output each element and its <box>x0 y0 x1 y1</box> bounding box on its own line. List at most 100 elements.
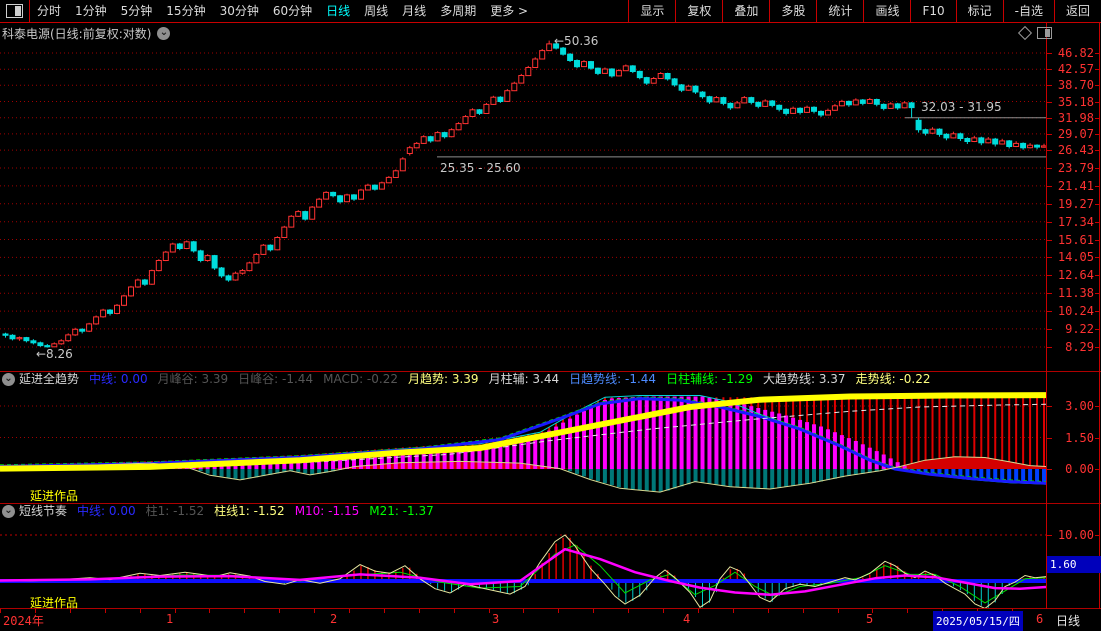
axis-label: 17.34 <box>1050 215 1094 229</box>
indicator-value-月柱辅: 月柱辅: 3.44 <box>489 372 560 387</box>
axis-tick <box>1095 469 1100 470</box>
chevron-down-icon[interactable]: ⌄ <box>157 27 170 40</box>
menu-item-多周期[interactable]: 多周期 <box>433 0 483 22</box>
axis-tick <box>1047 311 1052 312</box>
axis-label: 12.64 <box>1050 268 1094 282</box>
axis-tick <box>1095 150 1100 151</box>
price-annotation: ←50.36 <box>554 34 598 48</box>
axis-tick <box>1095 222 1100 223</box>
axis-tick <box>1047 275 1052 276</box>
axis-tick <box>1047 438 1052 439</box>
menubar-underline <box>0 22 1101 23</box>
time-tick <box>872 609 873 613</box>
axis-label: 3.00 <box>1050 399 1094 413</box>
axis-label: 31.98 <box>1050 111 1094 125</box>
axis-label: 0.00 <box>1050 462 1094 476</box>
bar-value-line <box>0 535 1046 608</box>
menu-item--自选[interactable]: -自选 <box>1003 0 1054 22</box>
main-candle-chart[interactable] <box>0 40 1046 371</box>
axis-tick <box>1095 134 1100 135</box>
menu-item-5分钟[interactable]: 5分钟 <box>114 0 160 22</box>
menu-item-显示[interactable]: 显示 <box>628 0 675 22</box>
month-label: 4 <box>683 612 690 626</box>
teal-negative-bars <box>199 469 886 492</box>
indicator-value-M10: M10: -1.15 <box>295 504 360 519</box>
layout-panel-icon[interactable] <box>6 4 23 18</box>
menu-item-日线[interactable]: 日线 <box>319 0 357 22</box>
menu-item-画线[interactable]: 画线 <box>863 0 910 22</box>
indicator-value-中线: 中线: 0.00 <box>89 372 148 387</box>
time-tick <box>558 609 559 613</box>
menu-item-60分钟[interactable]: 60分钟 <box>266 0 319 22</box>
trading-app-window: 分时1分钟5分钟15分钟30分钟60分钟日线周线月线多周期更多 > 显示复权叠加… <box>0 0 1101 631</box>
time-tick <box>384 609 385 613</box>
time-tick <box>628 609 629 613</box>
menu-item-15分钟[interactable]: 15分钟 <box>159 0 212 22</box>
menu-item-多股[interactable]: 多股 <box>769 0 816 22</box>
time-tick <box>0 609 1 613</box>
axis-label: 23.79 <box>1050 161 1094 175</box>
axis-tick <box>1047 204 1052 205</box>
axis-label: 10.24 <box>1050 304 1094 318</box>
rhythm-indicator-values: 中线: 0.00柱1: -1.52柱线1: -1.52M10: -1.15M21… <box>77 504 444 519</box>
menu-item-统计[interactable]: 统计 <box>816 0 863 22</box>
time-tick <box>523 609 524 613</box>
time-tick <box>698 609 699 613</box>
axis-label: 14.05 <box>1050 250 1094 264</box>
menu-item-30分钟[interactable]: 30分钟 <box>213 0 266 22</box>
split-panel-icon[interactable] <box>1037 27 1052 39</box>
trend-indicator-chart[interactable] <box>0 387 1046 503</box>
trend-indicator-values: 中线: 0.00月峰谷: 3.39日峰谷: -1.44MACD: -0.22月趋… <box>89 372 940 387</box>
axis-tick <box>1047 293 1052 294</box>
menu-item-返回[interactable]: 返回 <box>1054 0 1101 22</box>
time-tick <box>175 609 176 613</box>
menu-item-叠加[interactable]: 叠加 <box>722 0 769 22</box>
menu-item-周线[interactable]: 周线 <box>357 0 395 22</box>
collapse-chevron-icon[interactable]: ⌄ <box>2 373 15 386</box>
trend-panel-title: 延进全趋势 <box>19 372 79 387</box>
month-label: 2 <box>330 612 337 626</box>
axis-tick <box>1047 134 1052 135</box>
menu-item-月线[interactable]: 月线 <box>395 0 433 22</box>
rhythm-indicator-chart[interactable] <box>0 519 1046 608</box>
m21-line <box>0 545 1046 603</box>
menu-item-1分钟[interactable]: 1分钟 <box>68 0 114 22</box>
menu-item-更多 >[interactable]: 更多 > <box>483 0 535 22</box>
month-label: 6 <box>1036 612 1043 626</box>
axis-tick <box>1047 186 1052 187</box>
axis-tick <box>1047 469 1052 470</box>
axis-label: 1.50 <box>1050 431 1094 445</box>
tool-menu: 显示复权叠加多股统计画线F10标记-自选返回 <box>628 0 1101 22</box>
menu-item-标记[interactable]: 标记 <box>956 0 1003 22</box>
axis-tick <box>1095 329 1100 330</box>
axis-tick <box>1095 102 1100 103</box>
menu-item-F10[interactable]: F10 <box>910 0 955 22</box>
diamond-icon[interactable] <box>1018 26 1032 40</box>
axis-tick <box>1095 406 1100 407</box>
axis-tick <box>1047 222 1052 223</box>
price-annotation: 32.03 - 31.95 <box>921 100 1002 114</box>
menu-item-复权[interactable]: 复权 <box>675 0 722 22</box>
axis-label: 35.18 <box>1050 95 1094 109</box>
time-tick <box>489 609 490 613</box>
axis-tick <box>1095 257 1100 258</box>
axis-tick <box>1047 85 1052 86</box>
indicator-value-中线: 中线: 0.00 <box>77 504 136 519</box>
axis-label: 11.38 <box>1050 286 1094 300</box>
axis-tick <box>1095 240 1100 241</box>
axis-tick <box>1095 69 1100 70</box>
indicator-value-日峰谷: 日峰谷: -1.44 <box>238 372 313 387</box>
price-gridlines <box>0 53 1046 347</box>
red-column-bars <box>6 397 1045 469</box>
axis-label: 26.43 <box>1050 143 1094 157</box>
axis-label: 42.57 <box>1050 62 1094 76</box>
time-tick <box>105 609 106 613</box>
watermark-text: 延进作品 <box>30 594 78 611</box>
axis-tick <box>1095 535 1100 536</box>
menu-item-分时[interactable]: 分时 <box>30 0 68 22</box>
indicator-value-柱线1: 柱线1: -1.52 <box>214 504 285 519</box>
top-menubar: 分时1分钟5分钟15分钟30分钟60分钟日线周线月线多周期更多 > 显示复权叠加… <box>0 0 1101 22</box>
axis-label: 29.07 <box>1050 127 1094 141</box>
axis-tick <box>1047 168 1052 169</box>
collapse-chevron-icon[interactable]: ⌄ <box>2 505 15 518</box>
